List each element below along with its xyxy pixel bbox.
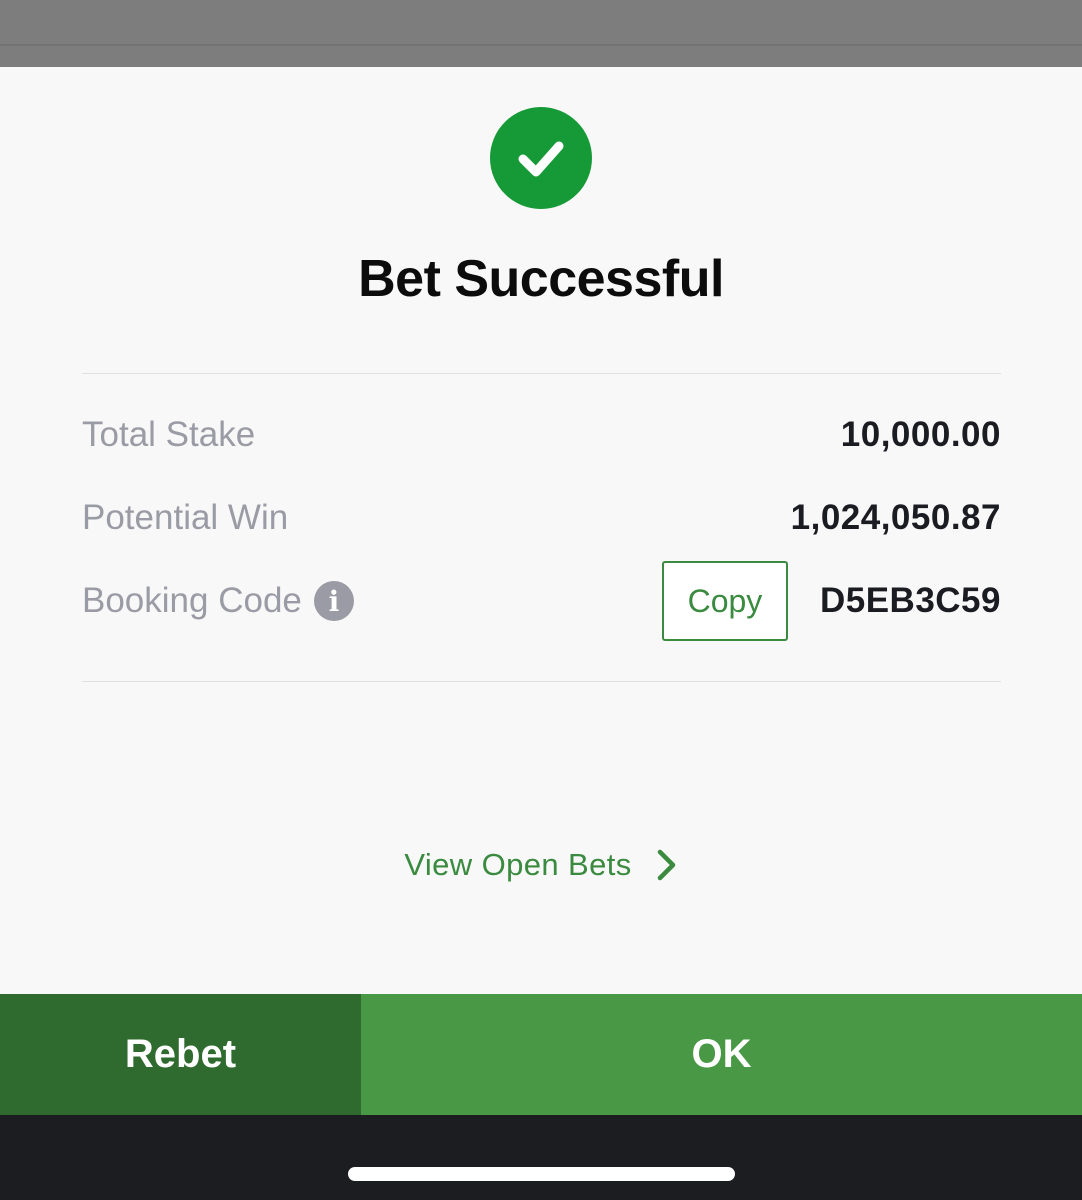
divider — [82, 373, 1001, 374]
divider — [82, 681, 1001, 682]
potential-win-value: 1,024,050.87 — [790, 498, 1001, 537]
info-icon[interactable]: i — [313, 581, 354, 621]
total-stake-label: Total Stake — [82, 415, 256, 454]
dialog-title: Bet Successful — [358, 250, 724, 308]
ok-button[interactable]: OK — [361, 994, 1082, 1115]
potential-win-row: Potential Win 1,024,050.87 — [82, 488, 1001, 548]
view-open-bets-label: View Open Bets — [404, 847, 632, 882]
chevron-right-icon — [656, 848, 678, 882]
booking-code-label-group: Booking Code i — [82, 581, 354, 621]
booking-code-label: Booking Code — [82, 581, 302, 620]
home-indicator[interactable] — [348, 1167, 735, 1181]
booking-code-row: Booking Code i Copy D5EB3C59 — [82, 561, 1001, 641]
action-footer: Rebet OK — [0, 994, 1082, 1115]
check-circle-icon — [490, 107, 592, 209]
potential-win-label: Potential Win — [82, 498, 289, 537]
system-home-area — [0, 1115, 1082, 1200]
booking-code-group: Copy D5EB3C59 — [661, 561, 1001, 641]
total-stake-value: 10,000.00 — [840, 415, 1001, 454]
dimmed-background[interactable] — [0, 0, 1082, 67]
copy-button[interactable]: Copy — [661, 561, 788, 641]
rebet-button[interactable]: Rebet — [0, 994, 361, 1115]
background-divider — [0, 44, 1082, 46]
booking-code-value: D5EB3C59 — [819, 581, 1001, 620]
view-open-bets-link[interactable]: View Open Bets — [0, 847, 1082, 883]
bet-success-sheet: Bet Successful Total Stake 10,000.00 Pot… — [0, 67, 1082, 994]
total-stake-row: Total Stake 10,000.00 — [82, 405, 1001, 465]
